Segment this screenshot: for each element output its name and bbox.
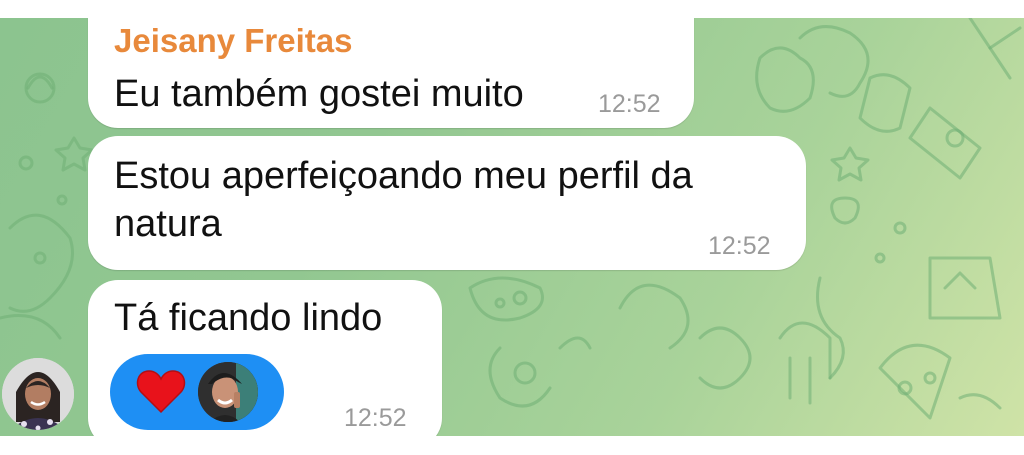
message-timestamp: 12:52 (598, 90, 661, 118)
message-text: Eu também gostei muito (114, 73, 524, 115)
message-timestamp: 12:52 (344, 404, 407, 432)
sender-name[interactable]: Jeisany Freitas (114, 22, 352, 60)
message-bubble[interactable]: Estou aperfeiçoando meu perfil da natura… (88, 136, 806, 270)
avatar-icon (2, 358, 74, 430)
message-text: Tá ficando lindo (114, 297, 383, 339)
avatar[interactable] (2, 358, 74, 430)
message-timestamp: 12:52 (708, 232, 771, 260)
avatar-icon (198, 362, 258, 422)
message-text: Estou aperfeiçoando meu perfil da natura (114, 155, 693, 245)
message-bubble[interactable]: Tá ficando lindo 12:52 (88, 280, 442, 436)
reaction-pill[interactable] (110, 354, 284, 430)
reactor-avatar[interactable] (198, 362, 258, 422)
chat-area[interactable]: Jeisany Freitas Eu também gostei muito 1… (0, 18, 1024, 436)
heart-icon (136, 370, 186, 414)
message-bubble[interactable]: Jeisany Freitas Eu também gostei muito 1… (88, 18, 694, 128)
